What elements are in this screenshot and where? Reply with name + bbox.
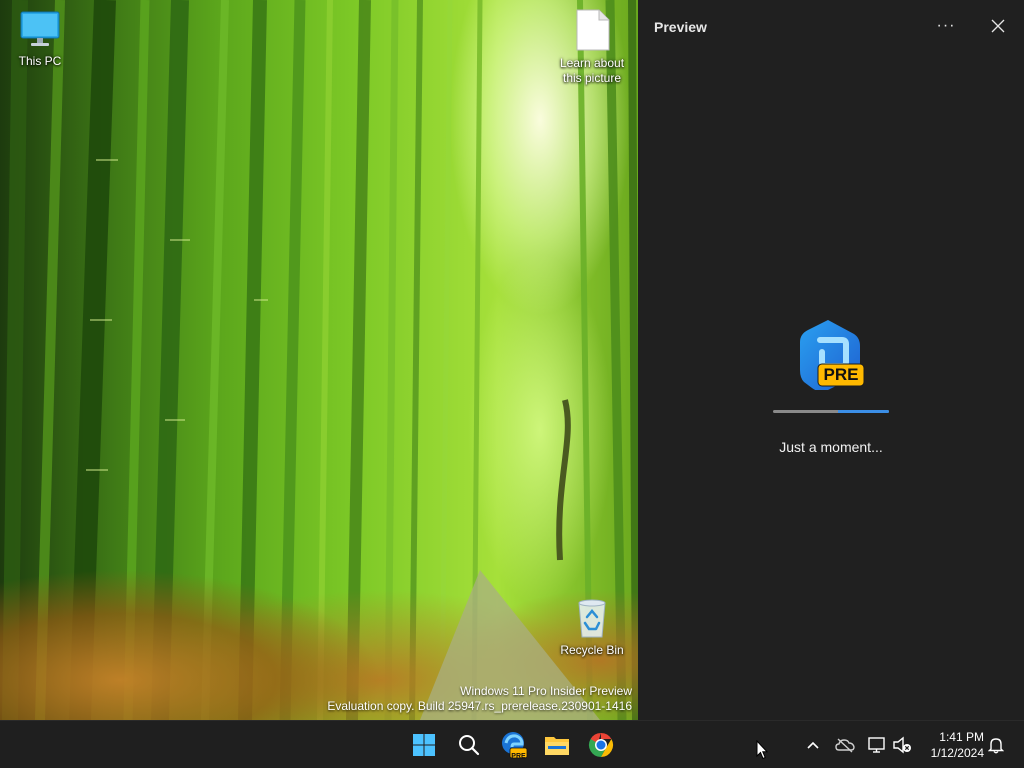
- onedrive-tray-button[interactable]: [833, 733, 857, 757]
- search-icon: [459, 735, 480, 756]
- close-icon: [991, 19, 1005, 33]
- document-icon: [571, 8, 613, 52]
- desktop: This PC Learn about this picture Recycle…: [0, 0, 638, 720]
- pre-badge: PRE: [823, 365, 859, 384]
- copilot-logo: PRE: [798, 318, 868, 392]
- pane-title: Preview: [654, 19, 707, 35]
- system-clock[interactable]: 1:41 PM 1/12/2024: [914, 729, 984, 761]
- monitor-icon: [19, 8, 61, 50]
- more-icon: ···: [936, 17, 956, 34]
- network-icon: [868, 737, 885, 753]
- clock-date: 1/12/2024: [930, 746, 984, 760]
- chrome-icon: [588, 733, 614, 757]
- desktop-icon-this-pc[interactable]: This PC: [0, 8, 80, 69]
- taskbar: PRE 1:41 PM 1/12/2024: [0, 720, 1024, 768]
- more-options-button[interactable]: ···: [932, 14, 960, 38]
- loading-status-text: Just a moment...: [779, 439, 883, 455]
- evaluation-watermark: Windows 11 Pro Insider Preview Evaluatio…: [327, 684, 632, 714]
- start-button[interactable]: [406, 727, 442, 763]
- network-tray-button[interactable]: [865, 733, 889, 757]
- edge-pre-badge: PRE: [511, 753, 526, 760]
- bell-icon: [988, 738, 1004, 754]
- desktop-icon-recycle-bin[interactable]: Recycle Bin: [552, 597, 632, 658]
- desktop-icon-learn-about-picture[interactable]: Learn about this picture: [552, 8, 632, 86]
- mouse-cursor-icon: [756, 740, 768, 760]
- preview-pane: Preview ··· PRE Just a moment...: [638, 0, 1024, 720]
- taskbar-app-chrome[interactable]: [583, 727, 619, 763]
- show-hidden-icons-button[interactable]: [801, 733, 825, 757]
- search-button[interactable]: [451, 727, 487, 763]
- onedrive-offline-icon: [835, 738, 855, 753]
- desktop-icon-label: This PC: [18, 54, 62, 68]
- taskbar-app-file-explorer[interactable]: [539, 727, 575, 763]
- recycle-bin-icon: [571, 597, 613, 639]
- taskbar-app-edge-preview[interactable]: PRE: [496, 727, 532, 763]
- clock-time: 1:41 PM: [939, 730, 984, 744]
- loading-progress-bar: [773, 410, 889, 413]
- close-button[interactable]: [986, 14, 1010, 38]
- watermark-line-1: Windows 11 Pro Insider Preview: [460, 684, 632, 698]
- watermark-line-2: Evaluation copy. Build 25947.rs_prerelea…: [327, 699, 632, 713]
- volume-muted-icon: [893, 736, 911, 754]
- windows-start-icon: [413, 734, 435, 756]
- file-explorer-icon: [545, 737, 569, 755]
- volume-tray-button[interactable]: [890, 733, 914, 757]
- desktop-icon-label: Recycle Bin: [560, 643, 624, 657]
- progress-indicator: [838, 410, 889, 413]
- chevron-up-icon: [807, 741, 819, 749]
- desktop-icon-label: Learn about this picture: [559, 56, 625, 85]
- notifications-button[interactable]: [984, 733, 1008, 757]
